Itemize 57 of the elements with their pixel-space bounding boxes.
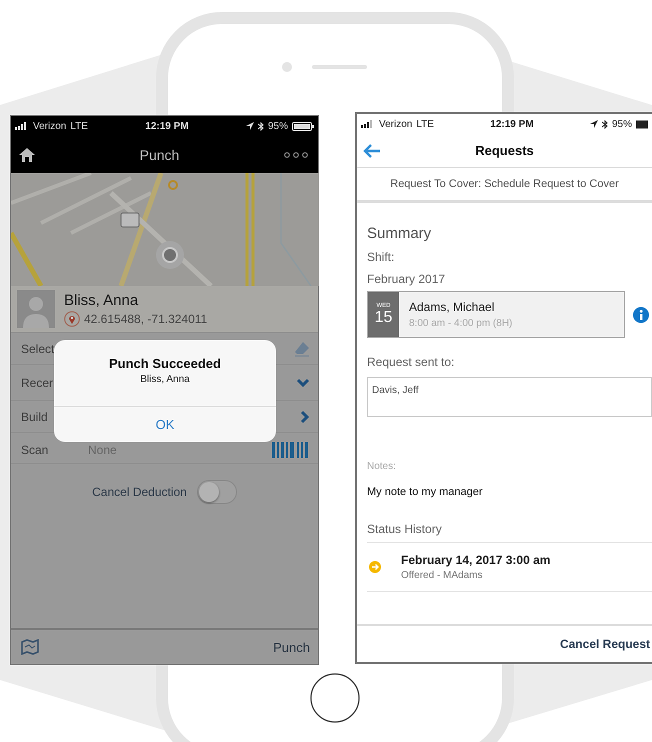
- arrow-circle-icon: [369, 561, 381, 573]
- network-type: LTE: [70, 120, 88, 132]
- dialog-message: Bliss, Anna: [140, 374, 190, 385]
- row-label: Recer: [21, 376, 54, 390]
- dialog-title: Punch Succeeded: [109, 356, 221, 371]
- battery-percent: 95%: [612, 118, 632, 130]
- carrier-name: Verizon: [33, 120, 66, 132]
- request-type: Request To Cover: Schedule Request to Cover: [357, 168, 652, 203]
- toggle-switch[interactable]: [196, 480, 237, 504]
- location-pin-icon: [64, 310, 80, 326]
- status-time: 12:19 PM: [145, 120, 189, 132]
- punch-button[interactable]: Punch: [273, 640, 310, 654]
- info-icon[interactable]: [633, 306, 649, 322]
- field-label: Request sent to:: [367, 355, 456, 369]
- cancel-request-button[interactable]: Cancel Request: [560, 637, 650, 651]
- employee-name: Adams, Michael: [409, 300, 496, 314]
- map-icon[interactable]: [21, 639, 39, 655]
- avatar-icon: [17, 290, 55, 328]
- shift-hours: 8:00 am - 4:00 pm (8H): [409, 318, 512, 329]
- chevron-down-icon[interactable]: [296, 378, 310, 388]
- row-label: Build: [21, 410, 49, 424]
- toggle-label: Cancel Deduction: [92, 485, 187, 499]
- home-button-icon[interactable]: [310, 673, 360, 723]
- screen-title: Requests: [475, 143, 534, 158]
- note-text: My note to my manager: [367, 486, 484, 498]
- coordinates: 42.615488, -71.324011: [84, 312, 208, 326]
- battery-icon: [292, 122, 314, 130]
- employee-name: Bliss, Anna: [64, 292, 140, 308]
- battery-icon: [636, 120, 648, 128]
- field-label: Notes:: [367, 461, 397, 472]
- signal-icon: [361, 120, 375, 128]
- section-heading: Summary: [367, 225, 432, 242]
- month-label: February 2017: [367, 272, 446, 286]
- bluetooth-icon: [602, 120, 608, 128]
- home-icon[interactable]: [19, 148, 35, 162]
- battery-percent: 95%: [268, 120, 288, 132]
- back-arrow-icon[interactable]: [363, 144, 381, 158]
- barcode-icon[interactable]: [272, 442, 310, 458]
- more-icon[interactable]: [284, 152, 308, 158]
- location-arrow-icon: [246, 122, 254, 130]
- row-label: Select: [21, 342, 56, 356]
- day-number: 15: [374, 309, 392, 326]
- status-time: 12:19 PM: [490, 118, 534, 130]
- recipient-field[interactable]: Davis, Jeff: [367, 377, 652, 417]
- carrier-name: Verizon: [379, 118, 412, 130]
- bluetooth-icon: [258, 122, 264, 130]
- field-label: Shift:: [367, 250, 396, 264]
- screen-title: Punch: [140, 146, 180, 162]
- row-label: Scan: [21, 443, 50, 457]
- network-type: LTE: [416, 118, 434, 130]
- chevron-right-icon[interactable]: [300, 410, 310, 424]
- section-heading: Status History: [367, 522, 443, 536]
- location-arrow-icon: [590, 120, 598, 128]
- signal-icon: [15, 122, 29, 130]
- ok-button[interactable]: OK: [54, 406, 276, 442]
- history-date: February 14, 2017 3:00 am: [401, 553, 550, 567]
- history-status: Offered - MAdams: [401, 570, 484, 581]
